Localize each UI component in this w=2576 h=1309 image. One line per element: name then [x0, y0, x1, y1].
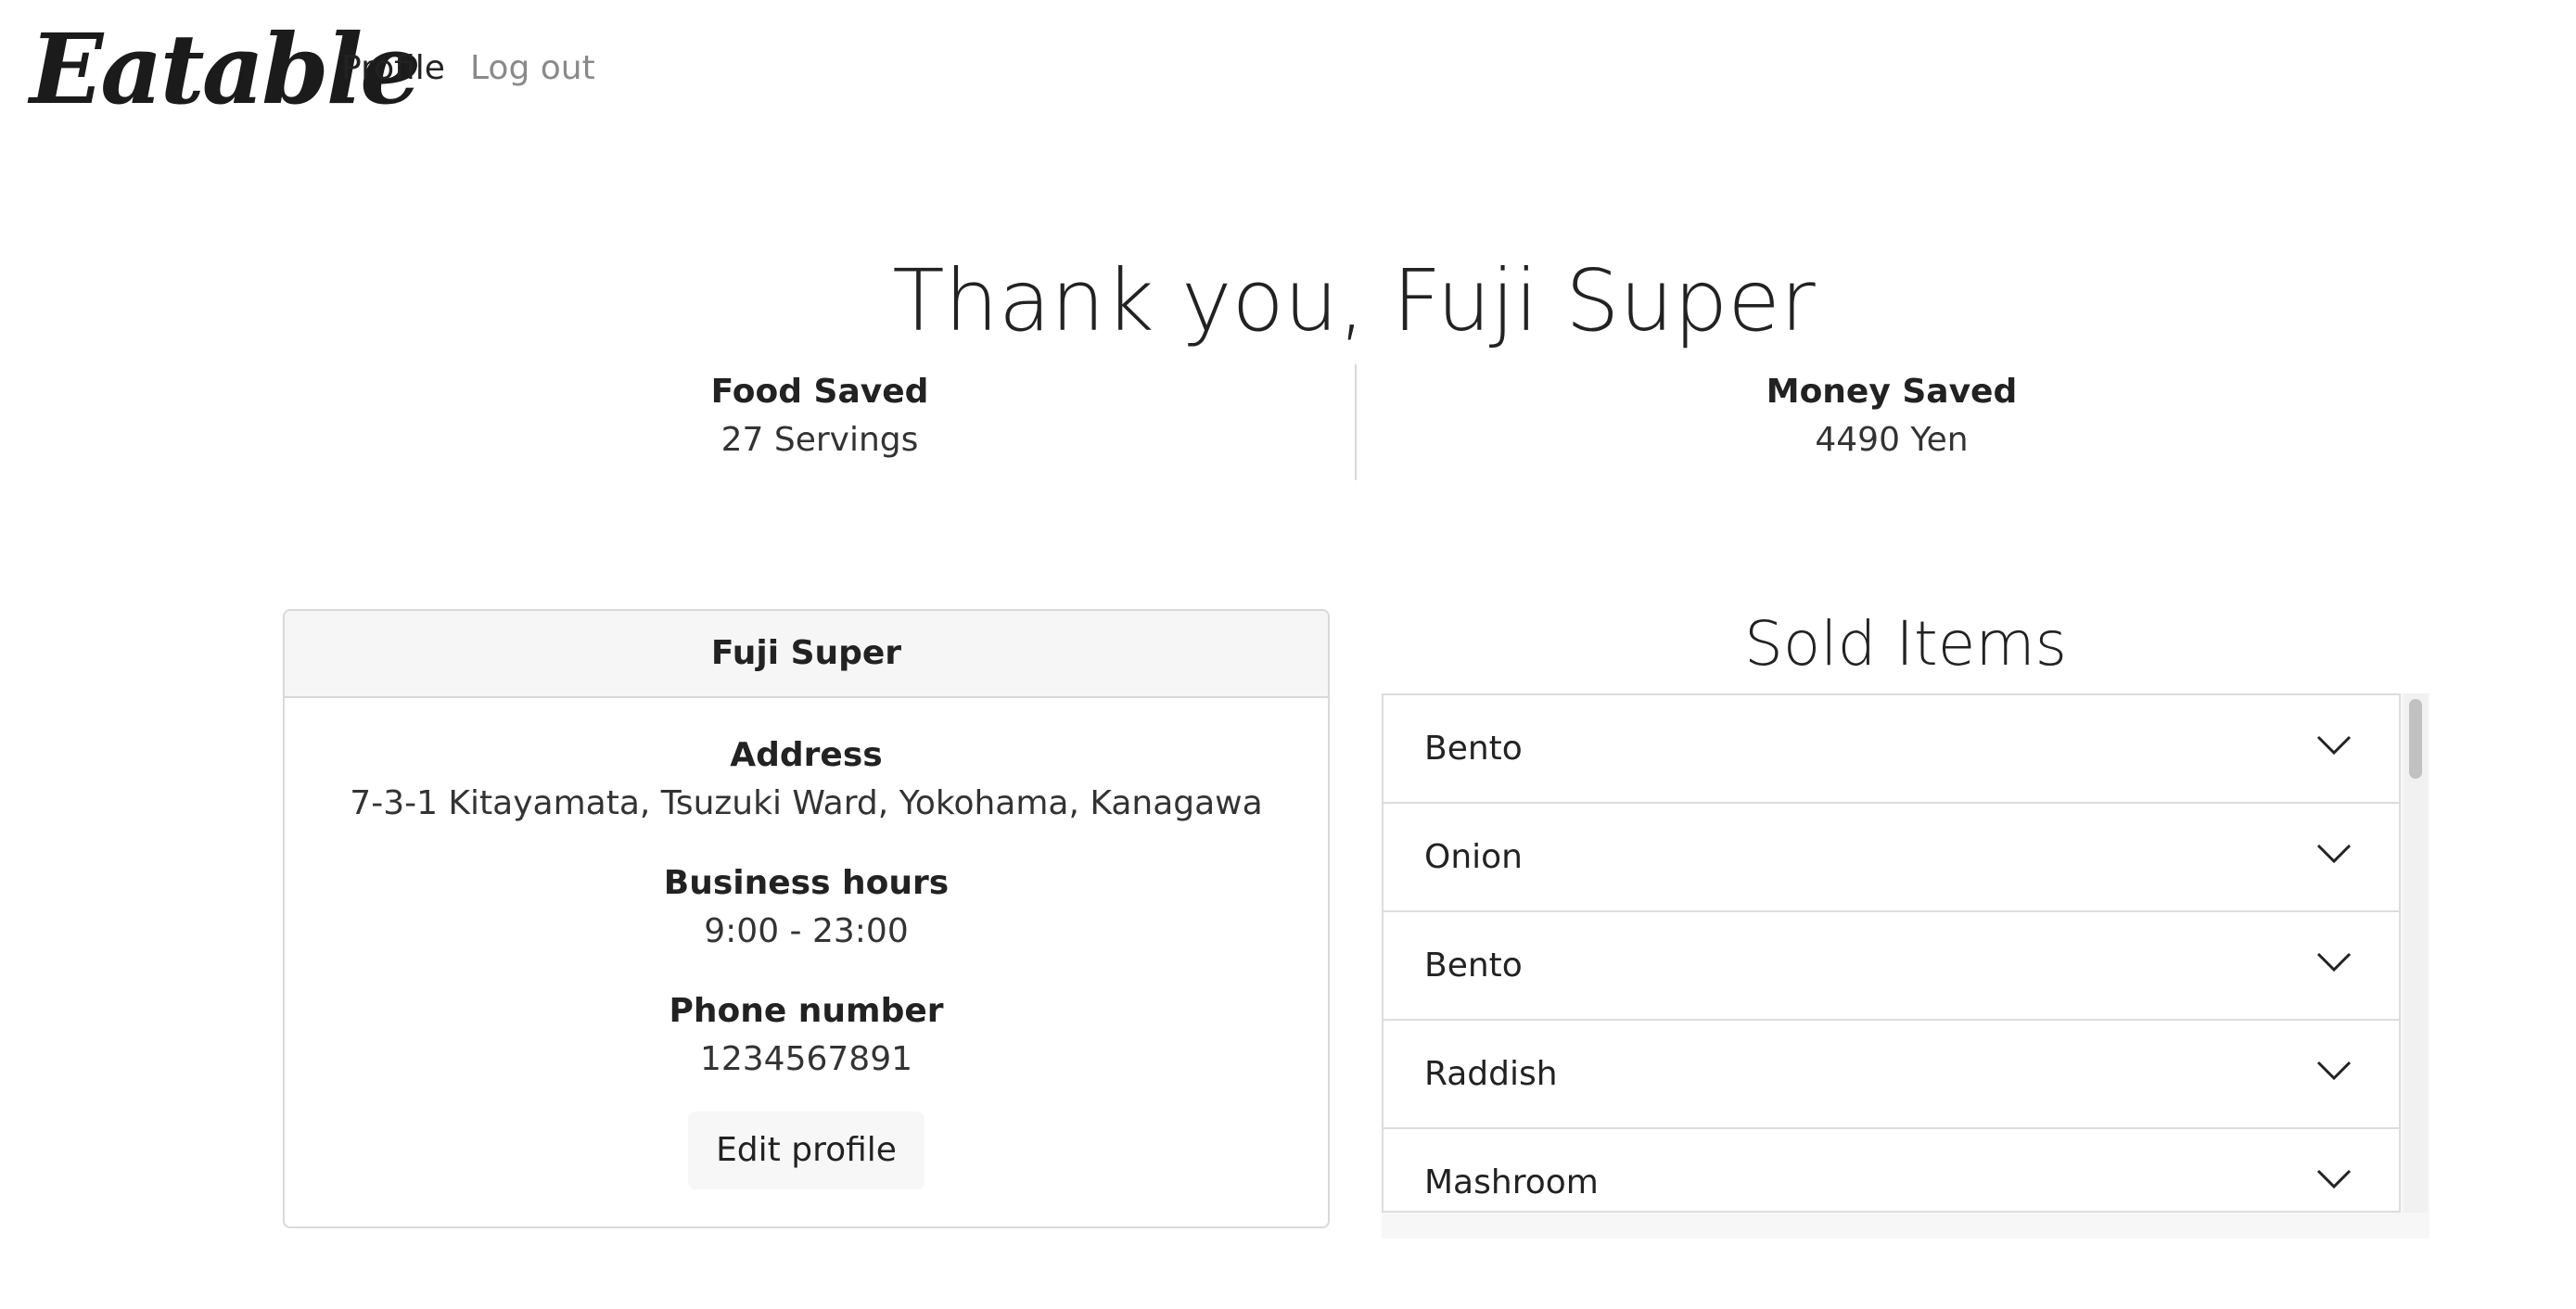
address-label: Address [730, 736, 883, 774]
chevron-down-icon[interactable] [2315, 951, 2353, 973]
sold-item-row[interactable]: Raddish [1384, 1021, 2399, 1129]
food-saved-value: 27 Servings [721, 421, 919, 459]
sold-items-panel: Bento Onion Bento Raddish Mashroom [1382, 693, 2429, 1239]
chevron-down-icon[interactable] [2315, 734, 2353, 756]
sold-item-label: Onion [1424, 838, 1523, 876]
food-saved-stat: Food Saved 27 Servings [495, 369, 1144, 464]
sold-item-row[interactable]: Bento [1384, 912, 2399, 1021]
sold-item-label: Raddish [1424, 1055, 1558, 1093]
stats-divider [1355, 364, 1357, 480]
page-title-wrapper: Thank you, Fuji Super [0, 250, 2576, 352]
sold-items-title: Sold Items [1743, 608, 2068, 680]
business-hours-value: 9:00 - 23:00 [704, 912, 909, 950]
page-title: Thank you, Fuji Super [892, 251, 1816, 350]
sold-item-row[interactable]: Onion [1384, 804, 2399, 912]
food-saved-label: Food Saved [710, 373, 929, 411]
business-hours-label: Business hours [663, 864, 950, 902]
edit-profile-button[interactable]: Edit profile [688, 1112, 925, 1189]
sold-item-row[interactable]: Bento [1384, 695, 2399, 804]
chevron-down-icon[interactable] [2315, 1168, 2353, 1190]
sold-item-label: Bento [1424, 947, 1523, 985]
store-name-header: Fuji Super [285, 611, 1328, 698]
phone-number-label: Phone number [669, 992, 944, 1030]
sold-item-label: Bento [1424, 730, 1523, 768]
money-saved-label: Money Saved [1766, 373, 2018, 411]
money-saved-stat: Money Saved 4490 Yen [1567, 369, 2216, 464]
chevron-down-icon[interactable] [2315, 1060, 2353, 1082]
phone-number-value: 1234567891 [699, 1040, 913, 1078]
address-value: 7-3-1 Kitayamata, Tsuzuki Ward, Yokohama… [350, 784, 1263, 822]
sold-items-scrollbar[interactable] [2404, 693, 2428, 1213]
nav-profile-link[interactable]: Profile [341, 46, 445, 91]
money-saved-value: 4490 Yen [1815, 421, 1969, 459]
chevron-down-icon[interactable] [2315, 843, 2353, 865]
store-profile-card: Fuji Super Address 7-3-1 Kitayamata, Tsu… [283, 609, 1330, 1228]
store-profile-body: Address 7-3-1 Kitayamata, Tsuzuki Ward, … [285, 698, 1328, 1189]
nav-logout-link[interactable]: Log out [470, 46, 595, 91]
sold-item-label: Mashroom [1424, 1163, 1599, 1201]
scrollbar-thumb[interactable] [2409, 699, 2422, 779]
navbar: Eatable Profile Log out [0, 0, 2576, 139]
sold-item-row[interactable]: Mashroom [1384, 1129, 2399, 1211]
sold-items-list: Bento Onion Bento Raddish Mashroom [1382, 693, 2401, 1213]
